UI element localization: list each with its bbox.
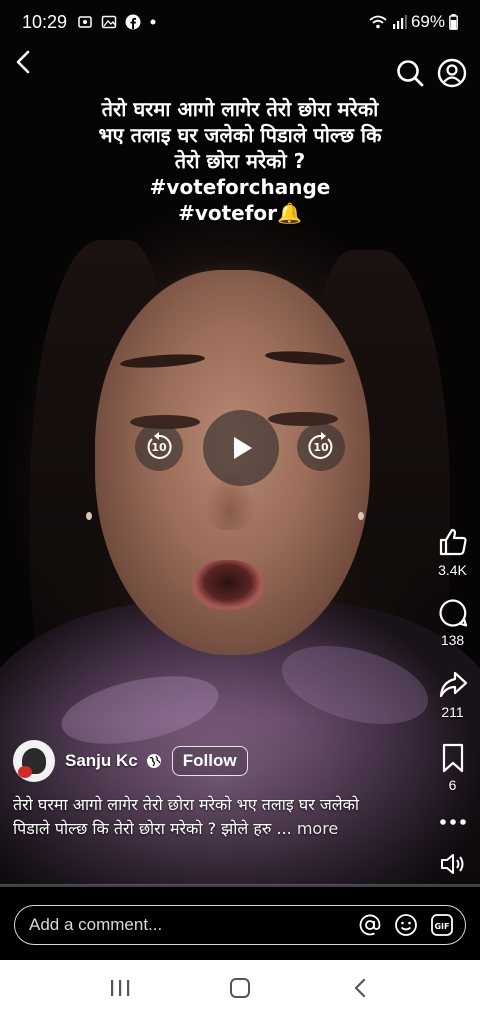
search-button[interactable] xyxy=(395,58,425,88)
gallery-icon xyxy=(101,15,117,29)
follow-button[interactable]: Follow xyxy=(171,746,248,776)
gif-icon: GIF xyxy=(431,914,453,936)
bookmark-icon xyxy=(442,743,463,773)
status-time: 10:29 xyxy=(22,11,68,32)
caption-line: पिडाले पोल्छ कि तेरो छोरा मरेको ? झोले ह… xyxy=(13,817,413,841)
status-right: 69% xyxy=(369,12,458,32)
video-earring xyxy=(358,512,364,520)
caption-line: तेरो घरमा आगो लागेर तेरो छोरा मरेको भए त… xyxy=(13,795,360,814)
author-name[interactable]: Sanju Kc xyxy=(65,751,138,771)
more-link[interactable]: more xyxy=(297,819,338,838)
more-options-button[interactable] xyxy=(425,812,480,832)
profile-button[interactable] xyxy=(437,58,467,88)
share-button[interactable]: 211 xyxy=(425,670,480,720)
comment-icon xyxy=(438,599,467,627)
home-icon xyxy=(230,978,250,998)
back-button[interactable] xyxy=(10,48,38,76)
battery-icon xyxy=(449,14,458,30)
avatar-accent xyxy=(18,766,32,778)
save-count: 6 xyxy=(448,777,457,793)
battery-percent: 69% xyxy=(410,12,445,31)
recent-apps-button[interactable] xyxy=(105,973,135,1003)
svg-text:GIF: GIF xyxy=(434,922,449,931)
comment-tools: GIF xyxy=(357,912,455,938)
play-icon xyxy=(234,437,252,459)
emoji-icon xyxy=(395,914,417,936)
system-back-icon xyxy=(354,978,366,998)
system-back-button[interactable] xyxy=(345,973,375,1003)
overlay-line: तेरो छोरा मरेको ? xyxy=(174,149,306,173)
signal-icon xyxy=(392,15,407,29)
thumbs-up-icon xyxy=(439,528,467,556)
rewind-seconds: 10 xyxy=(151,440,167,454)
forward-seconds: 10 xyxy=(313,440,329,454)
volume-button[interactable] xyxy=(425,850,480,878)
facebook-icon xyxy=(125,14,141,30)
globe-icon xyxy=(146,754,161,768)
overlay-hashtag: #votefor🔔 xyxy=(178,201,302,225)
share-icon xyxy=(439,671,467,698)
post-caption[interactable]: तेरो घरमा आगो लागेर तेरो छोरा मरेको भए त… xyxy=(13,793,413,841)
video-progress-bar[interactable] xyxy=(0,884,480,887)
status-bar: 10:29 69% xyxy=(0,0,480,44)
avatar[interactable] xyxy=(13,740,55,782)
like-button[interactable]: 3.4K xyxy=(425,526,480,578)
caption-text: पिडाले पोल्छ कि तेरो छोरा मरेको ? झोले ह… xyxy=(13,819,297,838)
profile-icon xyxy=(437,58,467,88)
overlay-hashtag: #voteforchange xyxy=(149,175,331,199)
at-icon xyxy=(359,914,381,936)
recent-apps-icon xyxy=(111,980,130,996)
video-mouth xyxy=(192,560,264,610)
system-nav-bar xyxy=(0,960,480,1016)
overlay-line: तेरो घरमा आगो लागेर तेरो छोरा मरेको xyxy=(101,97,379,121)
forward-10-button[interactable]: 10 xyxy=(297,423,345,471)
comment-placeholder: Add a comment... xyxy=(29,915,163,934)
notification-icons xyxy=(77,14,157,30)
comment-count: 138 xyxy=(440,632,465,648)
comment-button[interactable]: 138 xyxy=(425,598,480,648)
emoji-button[interactable] xyxy=(393,912,419,938)
video-overlay-caption: तेरो घरमा आगो लागेर तेरो छोरा मरेको भए त… xyxy=(40,96,440,226)
rewind-10-button[interactable]: 10 xyxy=(135,423,183,471)
play-button[interactable] xyxy=(203,410,279,486)
chevron-left-icon xyxy=(16,50,30,74)
speaker-icon xyxy=(440,854,463,874)
like-count: 3.4K xyxy=(438,562,467,578)
overlay-line: भए तलाइ घर जलेको पिडाले पोल्छ कि xyxy=(98,123,382,147)
mention-button[interactable] xyxy=(357,912,383,938)
gif-button[interactable]: GIF xyxy=(429,912,455,938)
author-row: Sanju Kc Follow xyxy=(13,740,248,782)
wifi-icon xyxy=(369,15,387,29)
share-count: 211 xyxy=(441,704,464,720)
comment-input[interactable]: Add a comment... GIF xyxy=(14,905,466,945)
more-dots-icon xyxy=(439,819,466,825)
search-icon xyxy=(397,60,424,87)
dot-icon xyxy=(150,19,156,25)
save-button[interactable]: 6 xyxy=(425,743,480,793)
screenshot-icon xyxy=(78,16,92,28)
video-earring xyxy=(86,512,92,520)
home-button[interactable] xyxy=(225,973,255,1003)
